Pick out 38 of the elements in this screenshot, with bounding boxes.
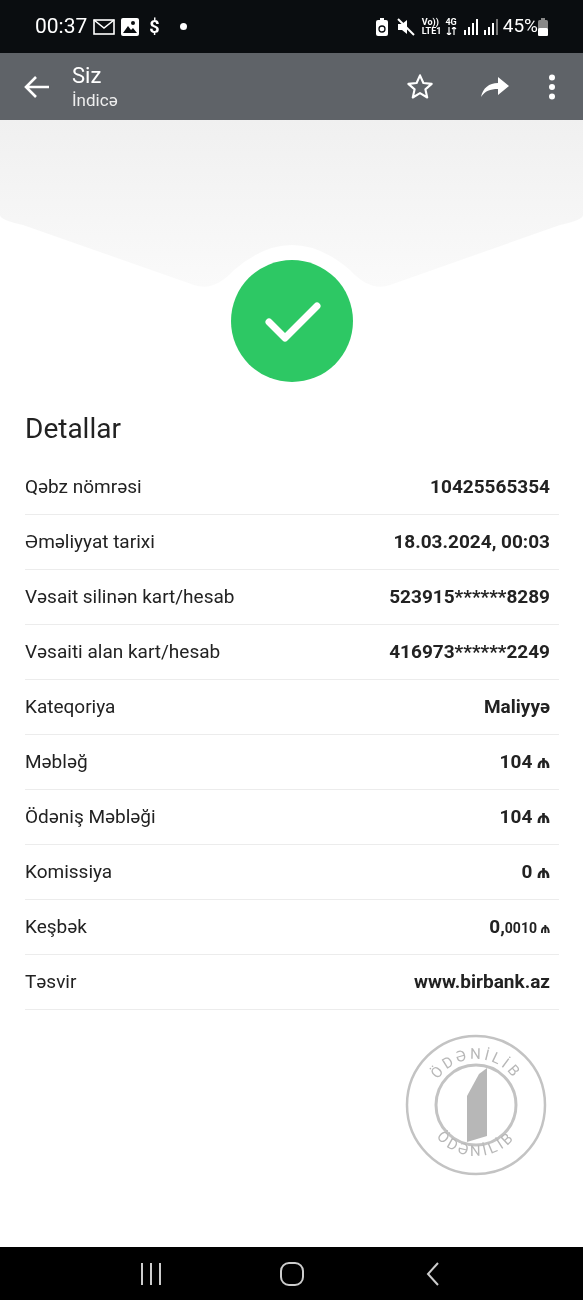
image-icon: [121, 17, 140, 36]
timestamp: İndicə: [72, 88, 118, 111]
chevron-icon: [424, 1260, 441, 1287]
dollar-notification: $: [149, 15, 160, 39]
detail-value: www.birbank.az: [414, 968, 551, 995]
detail-value: 0 ₼: [521, 858, 551, 885]
details-heading: Detallar: [25, 411, 122, 447]
detail-value: 416973******2249: [389, 638, 551, 665]
detail-value: Maliyyə: [483, 693, 551, 720]
mail-icon: [93, 18, 116, 35]
battery-icon: [538, 17, 548, 36]
detail-label: Keşbək: [25, 913, 87, 940]
battery-percent: 45%: [502, 13, 538, 40]
detail-value: 523915******8289: [389, 583, 551, 610]
detail-value: 18.03.2024, 00:03: [393, 528, 551, 555]
detail-value: 0,0010 ₼: [489, 913, 551, 940]
mute-icon: [395, 17, 416, 36]
detail-label: Ödəniş Məbləği: [25, 803, 156, 830]
clock: 00:37: [35, 12, 88, 40]
detail-label: Komissiya: [25, 858, 113, 885]
signal-icon: [462, 18, 479, 35]
detail-label: Əməliyyat tarixi: [25, 528, 155, 555]
detail-value: 104 ₼: [499, 803, 551, 830]
detail-label: Təsvir: [25, 968, 77, 995]
detail-value: 104 ₼: [499, 748, 551, 775]
battery-saver-icon: [375, 17, 388, 36]
star-button[interactable]: [405, 71, 435, 102]
volte-indicator: Vo)) LTE1: [421, 17, 442, 36]
detail-value: 10425565354: [430, 473, 551, 500]
data-arrows-icon: [445, 27, 457, 35]
detail-label: Qəbz nömrəsi: [25, 473, 142, 500]
detail-label: Vəsait silinən kart/hesab: [25, 583, 235, 610]
detail-label: Kateqoriya: [25, 693, 116, 720]
sender-title: Siz: [72, 62, 103, 89]
network-type: 4G: [445, 18, 457, 27]
signal-icon: [482, 18, 499, 35]
detail-label: Vəsaiti alan kart/hesab: [25, 638, 221, 665]
detail-label: Məbləğ: [25, 748, 88, 775]
